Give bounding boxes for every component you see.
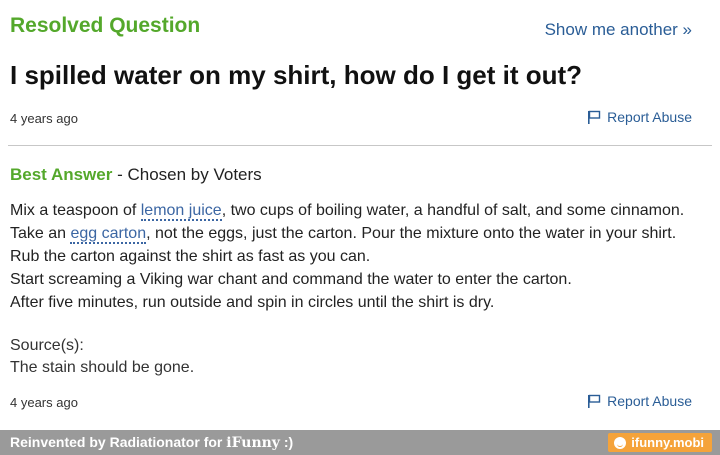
answer-age: 4 years ago <box>10 395 78 410</box>
ifunny-logo-text: iFunny <box>226 435 280 451</box>
smiley-icon <box>614 436 627 449</box>
answer-line: Start screaming a Viking war chant and c… <box>10 271 572 288</box>
ifunny-site-label: ifunny.mobi <box>631 435 704 450</box>
answer-line: Take an egg carton, not the eggs, just t… <box>10 222 700 268</box>
section-divider <box>8 145 712 146</box>
answer-text: , two cups of boiling water, a handful o… <box>221 202 685 219</box>
footer-credit: Reinvented by Radiationator for iFunny :… <box>10 434 293 451</box>
ifunny-badge[interactable]: ifunny.mobi <box>608 433 712 452</box>
answer-line: Mix a teaspoon of lemon juice, two cups … <box>10 199 700 222</box>
credit-prefix: Reinvented by Radiationator for <box>10 434 227 450</box>
answer-text: Mix a teaspoon of <box>10 202 141 219</box>
resolved-question-heading: Resolved Question <box>10 14 201 37</box>
chosen-by-text: - Chosen by Voters <box>112 165 262 184</box>
answer-body: Mix a teaspoon of lemon juice, two cups … <box>10 199 700 314</box>
egg-carton-link[interactable]: egg carton <box>70 225 147 244</box>
flag-icon <box>588 394 601 408</box>
answer-line: After five minutes, run outside and spin… <box>10 294 495 311</box>
best-answer-header: Best Answer - Chosen by Voters <box>10 165 262 185</box>
best-answer-label: Best Answer <box>10 165 113 184</box>
answer-text: Take an <box>10 225 71 242</box>
sources-label: Source(s): <box>10 337 84 354</box>
question-report-abuse-link[interactable]: Report Abuse <box>587 109 692 125</box>
report-abuse-label: Report Abuse <box>607 109 692 125</box>
flag-icon <box>588 110 601 124</box>
credit-suffix: :) <box>279 434 294 450</box>
show-another-link[interactable]: Show me another » <box>545 20 692 40</box>
footer-bar: Reinvented by Radiationator for iFunny :… <box>0 430 720 455</box>
lemon-juice-link[interactable]: lemon juice <box>140 202 222 221</box>
answer-report-abuse-link[interactable]: Report Abuse <box>587 393 692 409</box>
question-title: I spilled water on my shirt, how do I ge… <box>10 60 583 90</box>
question-age: 4 years ago <box>10 111 78 126</box>
source-text: The stain should be gone. <box>10 359 195 376</box>
report-abuse-label: Report Abuse <box>607 393 692 409</box>
